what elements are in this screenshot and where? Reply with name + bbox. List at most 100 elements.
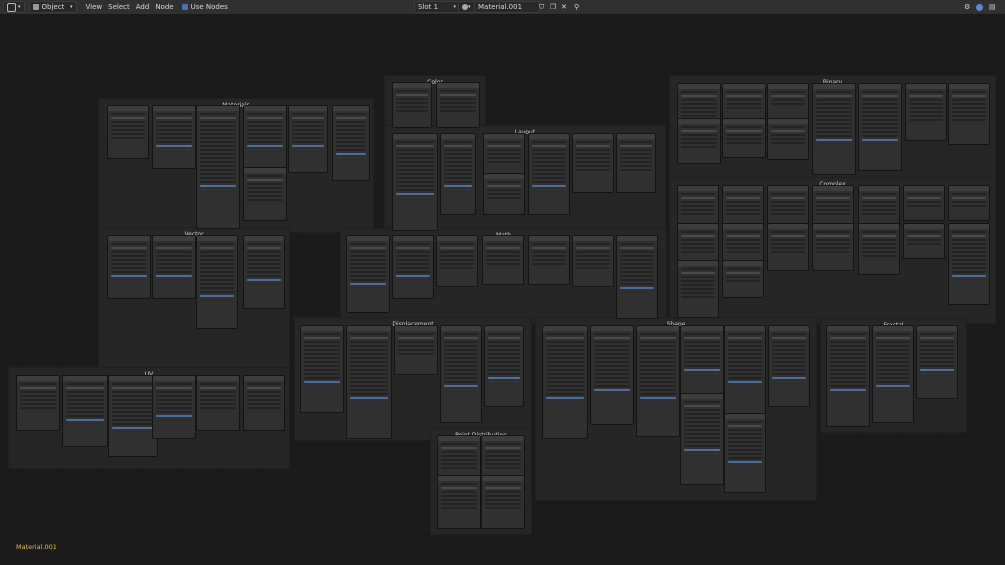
node-header[interactable]	[438, 476, 480, 481]
shader-node[interactable]	[152, 235, 196, 299]
node-socket-row[interactable]	[485, 483, 521, 485]
node-socket-row[interactable]	[66, 391, 104, 393]
node-socket-row[interactable]	[396, 177, 434, 179]
node-socket-row[interactable]	[640, 369, 676, 371]
shader-node[interactable]	[767, 223, 809, 271]
node-socket-row[interactable]	[816, 99, 852, 101]
node-socket-row[interactable]	[726, 130, 762, 132]
node-socket-row[interactable]	[532, 185, 566, 187]
node-header[interactable]	[197, 376, 239, 381]
node-socket-row[interactable]	[620, 157, 652, 159]
node-socket-row[interactable]	[350, 349, 388, 351]
node-header[interactable]	[678, 186, 718, 191]
node-socket-row[interactable]	[640, 389, 676, 391]
node-socket-row[interactable]	[112, 407, 154, 409]
node-socket-row[interactable]	[200, 403, 236, 405]
node-socket-row[interactable]	[620, 149, 652, 151]
node-socket-row[interactable]	[684, 445, 720, 447]
shader-node[interactable]	[152, 375, 196, 439]
node-socket-row[interactable]	[111, 129, 145, 131]
shader-node[interactable]	[948, 185, 990, 221]
node-socket-row[interactable]	[398, 341, 434, 343]
node-socket-row[interactable]	[156, 383, 192, 385]
shader-node[interactable]	[572, 133, 614, 193]
node-socket-row[interactable]	[156, 129, 192, 131]
node-socket-row[interactable]	[487, 181, 521, 183]
node-socket-row[interactable]	[726, 247, 760, 249]
node-socket-row[interactable]	[772, 373, 806, 375]
node-socket-row[interactable]	[862, 111, 898, 113]
node-socket-row[interactable]	[20, 399, 56, 401]
node-socket-row[interactable]	[920, 341, 954, 343]
node-socket-row[interactable]	[111, 121, 145, 123]
node-socket-row[interactable]	[684, 437, 720, 439]
node-socket-row[interactable]	[485, 443, 521, 445]
shader-node[interactable]	[722, 83, 766, 123]
node-socket-row[interactable]	[336, 145, 366, 147]
node-header[interactable]	[244, 236, 284, 241]
node-socket-row[interactable]	[640, 353, 676, 355]
node-socket-row[interactable]	[532, 177, 566, 179]
node-socket-row[interactable]	[292, 125, 324, 127]
node-socket-row[interactable]	[909, 111, 943, 113]
menu-add[interactable]: Add	[133, 2, 153, 12]
node-socket-row[interactable]	[441, 495, 477, 497]
node-socket-row[interactable]	[247, 195, 283, 197]
node-socket-row[interactable]	[772, 349, 806, 351]
node-socket-row[interactable]	[594, 357, 630, 359]
node-socket-row[interactable]	[111, 263, 147, 265]
node-socket-row[interactable]	[532, 243, 566, 245]
node-header[interactable]	[617, 134, 655, 139]
node-socket-row[interactable]	[772, 337, 806, 339]
node-socket-row[interactable]	[830, 377, 866, 379]
node-socket-row[interactable]	[576, 165, 610, 167]
node-socket-row[interactable]	[771, 130, 805, 132]
node-header[interactable]	[197, 106, 239, 111]
node-socket-row[interactable]	[444, 349, 478, 351]
node-header[interactable]	[678, 224, 718, 229]
node-socket-row[interactable]	[200, 153, 236, 155]
node-socket-row[interactable]	[952, 107, 986, 109]
node-socket-row[interactable]	[487, 193, 521, 195]
node-socket-row[interactable]	[876, 385, 910, 387]
node-socket-row[interactable]	[771, 247, 805, 249]
node-socket-row[interactable]	[546, 397, 584, 399]
node-socket-row[interactable]	[920, 369, 954, 371]
shader-node[interactable]	[436, 235, 478, 287]
node-socket-row[interactable]	[728, 425, 762, 427]
node-socket-row[interactable]	[396, 141, 434, 143]
node-socket-row[interactable]	[640, 365, 676, 367]
node-socket-row[interactable]	[726, 95, 762, 97]
node-socket-row[interactable]	[66, 383, 104, 385]
node-socket-row[interactable]	[247, 125, 283, 127]
node-socket-row[interactable]	[920, 333, 954, 335]
node-socket-row[interactable]	[487, 185, 521, 187]
node-socket-row[interactable]	[952, 251, 986, 253]
node-socket-row[interactable]	[920, 345, 954, 347]
node-socket-row[interactable]	[594, 373, 630, 375]
node-socket-row[interactable]	[640, 357, 676, 359]
node-socket-row[interactable]	[546, 353, 584, 355]
node-header[interactable]	[678, 119, 720, 124]
node-socket-row[interactable]	[304, 333, 340, 335]
node-socket-row[interactable]	[952, 231, 986, 233]
node-socket-row[interactable]	[396, 106, 428, 108]
node-socket-row[interactable]	[350, 275, 386, 277]
node-header[interactable]	[573, 134, 613, 139]
node-socket-row[interactable]	[304, 357, 340, 359]
shader-node[interactable]	[616, 235, 658, 319]
node-socket-row[interactable]	[620, 145, 652, 147]
node-socket-row[interactable]	[684, 425, 720, 427]
node-socket-row[interactable]	[247, 117, 283, 119]
node-socket-row[interactable]	[830, 349, 866, 351]
node-socket-row[interactable]	[350, 345, 388, 347]
node-socket-row[interactable]	[247, 145, 283, 147]
node-header[interactable]	[63, 376, 107, 381]
node-socket-row[interactable]	[200, 407, 236, 409]
node-header[interactable]	[678, 84, 720, 89]
node-socket-row[interactable]	[594, 377, 630, 379]
node-socket-row[interactable]	[862, 201, 896, 203]
node-socket-row[interactable]	[20, 407, 56, 409]
node-socket-row[interactable]	[112, 403, 154, 405]
node-socket-row[interactable]	[909, 103, 943, 105]
